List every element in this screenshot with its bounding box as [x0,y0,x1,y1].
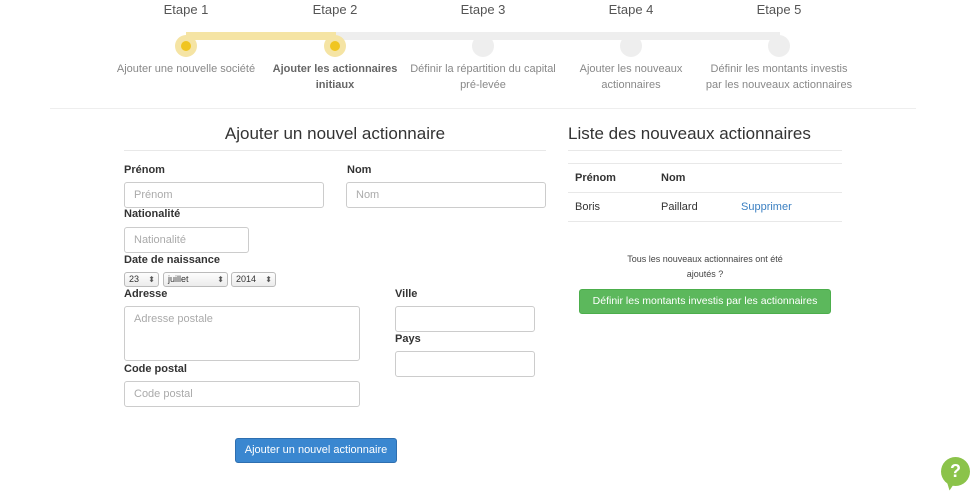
country-field[interactable] [395,351,535,377]
birth-date-label: Date de naissance [124,254,220,266]
updown-icon: ⬍ [217,275,224,284]
step-title: Etape 4 [608,2,654,17]
updown-icon: ⬍ [148,275,155,284]
step-5: Etape 5 Définir les montants investis pa… [694,0,864,93]
step-dot [620,35,642,57]
step-3: Etape 3 Définir la répartition du capita… [398,0,568,93]
step-title: Etape 1 [163,2,209,17]
step-desc: Définir la répartition du capital pré-le… [410,63,556,91]
birth-day-select[interactable]: 23 ⬍ [124,272,159,287]
column-header-actions [734,163,842,193]
first-name-label: Prénom [124,164,165,176]
step-desc: Définir les montants investis par les no… [705,63,853,91]
address-label: Adresse [124,288,168,300]
question-icon: ? [950,461,961,481]
step-dot-active [324,35,346,57]
table-row: Boris Paillard Supprimer [568,192,842,222]
table-header-row: Prénom Nom [568,163,842,193]
form-title: Ajouter un nouvel actionnaire [124,124,546,151]
step-dot [472,35,494,57]
add-shareholder-button[interactable]: Ajouter un nouvel actionnaire [235,438,397,463]
last-name-label: Nom [347,164,372,176]
step-1: Etape 1 Ajouter une nouvelle société [101,0,271,77]
step-title: Etape 3 [460,2,506,17]
postal-code-field[interactable] [124,381,360,407]
birth-month-select[interactable]: juillet ⬍ [163,272,228,287]
city-label: Ville [395,288,418,300]
address-field[interactable] [124,306,360,361]
cell-first-name: Boris [568,192,654,222]
nationality-label: Nationalité [124,208,181,220]
updown-icon: ⬍ [265,275,272,284]
step-desc: Ajouter une nouvelle société [116,63,256,75]
step-title: Etape 5 [756,2,802,17]
shareholders-table: Prénom Nom Boris Paillard Supprimer [568,163,842,222]
postal-code-label: Code postal [124,363,187,375]
first-name-field[interactable] [124,182,324,208]
city-field[interactable] [395,306,535,332]
last-name-field[interactable] [346,182,546,208]
step-2: Etape 2 Ajouter les actionnaires initiau… [250,0,420,93]
step-desc-current: Ajouter les actionnaires initiaux [272,63,398,91]
list-title: Liste des nouveaux actionnaires [568,124,842,151]
delete-link[interactable]: Supprimer [741,201,792,213]
country-label: Pays [395,333,421,345]
progress-stepper: Etape 1 Ajouter une nouvelle société Eta… [0,0,974,100]
step-dot [768,35,790,57]
cell-last-name: Paillard [654,192,734,222]
section-divider [50,108,916,109]
column-header-last-name: Nom [654,163,734,193]
step-dot-active [175,35,197,57]
define-amounts-button[interactable]: Définir les montants investis par les ac… [579,289,831,314]
column-header-first-name: Prénom [568,163,654,193]
step-title: Etape 2 [312,2,358,17]
help-chat-button[interactable]: ? [941,457,970,486]
nationality-field[interactable] [124,227,249,253]
step-4: Etape 4 Ajouter les nouveaux actionnaire… [546,0,716,93]
step-desc: Ajouter les nouveaux actionnaires [579,63,683,91]
birth-year-select[interactable]: 2014 ⬍ [231,272,276,287]
completion-question: Tous les nouveaux actionnaires ont été a… [627,254,783,279]
